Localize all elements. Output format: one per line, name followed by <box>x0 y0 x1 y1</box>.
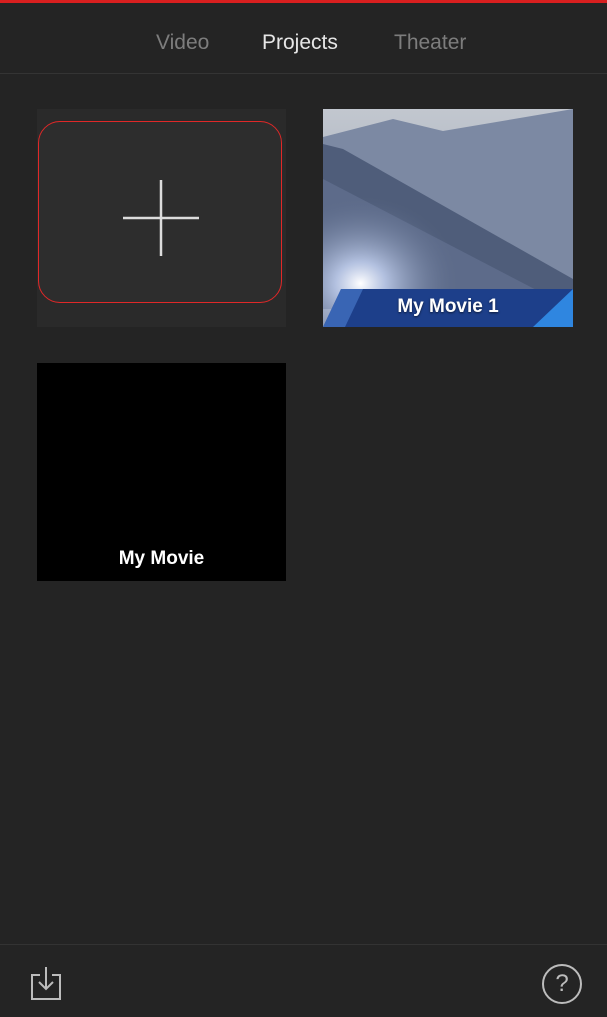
tab-video[interactable]: Video <box>156 29 209 57</box>
imovie-projects-screen: Video Projects Theater My Movie 1 My Mov… <box>0 0 607 1017</box>
import-icon[interactable] <box>29 965 63 1001</box>
project-title: My Movie 1 <box>397 296 499 317</box>
bottom-toolbar: ? <box>0 944 607 1017</box>
project-tile-my-movie-1[interactable]: My Movie 1 <box>323 109 573 327</box>
tab-projects[interactable]: Projects <box>262 29 338 57</box>
create-project-tile[interactable] <box>37 109 286 327</box>
tab-theater[interactable]: Theater <box>394 29 466 57</box>
top-tab-bar: Video Projects Theater <box>0 3 607 74</box>
project-tile-my-movie[interactable]: My Movie <box>37 363 286 581</box>
plus-icon <box>123 180 199 256</box>
help-icon[interactable]: ? <box>542 964 582 1004</box>
project-title: My Movie <box>118 548 205 569</box>
